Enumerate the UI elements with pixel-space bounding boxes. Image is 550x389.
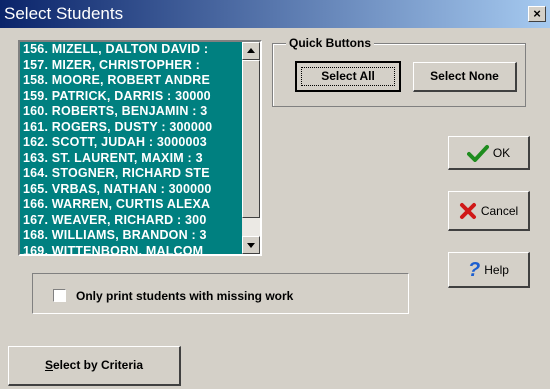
student-list-item[interactable]: 165. VRBAS, NATHAN : 300000 xyxy=(20,182,242,198)
student-list-item[interactable]: 161. ROGERS, DUSTY : 300000 xyxy=(20,120,242,136)
arrow-down-icon xyxy=(247,243,255,248)
checkmark-icon xyxy=(466,144,489,162)
scroll-up-button[interactable] xyxy=(242,42,260,60)
student-list-item[interactable]: 159. PATRICK, DARRIS : 30000 xyxy=(20,89,242,105)
student-list-item[interactable]: 164. STOGNER, RICHARD STE xyxy=(20,166,242,182)
student-list-item[interactable]: 162. SCOTT, JUDAH : 3000003 xyxy=(20,135,242,151)
quick-buttons-title: Quick Buttons xyxy=(286,36,375,50)
student-list-item[interactable]: 158. MOORE, ROBERT ANDRE xyxy=(20,73,242,89)
ok-label: OK xyxy=(492,145,511,160)
student-list: 156. MIZELL, DALTON DAVID :157. MIZER, C… xyxy=(20,42,242,255)
select-by-criteria-button[interactable]: Select by Criteria xyxy=(8,346,181,386)
student-list-item[interactable]: 167. WEAVER, RICHARD : 300 xyxy=(20,213,242,229)
arrow-up-icon xyxy=(247,48,255,53)
select-all-button[interactable]: Select All xyxy=(295,61,401,92)
red-x-icon xyxy=(459,202,476,219)
missing-work-checkbox[interactable] xyxy=(53,289,66,302)
criteria-label: elect by Criteria xyxy=(52,358,144,372)
missing-work-label[interactable]: Only print students with missing work xyxy=(76,289,293,303)
ok-button[interactable]: OK xyxy=(448,136,530,170)
student-list-item[interactable]: 160. ROBERTS, BENJAMIN : 3 xyxy=(20,104,242,120)
student-list-item[interactable]: 156. MIZELL, DALTON DAVID : xyxy=(20,42,242,58)
student-list-item[interactable]: 163. ST. LAURENT, MAXIM : 3 xyxy=(20,151,242,167)
select-none-label: Select None xyxy=(430,69,499,83)
student-list-item[interactable]: 157. MIZER, CHRISTOPHER : xyxy=(20,58,242,74)
cancel-label: Cancel xyxy=(480,203,519,218)
student-list-item[interactable]: 166. WARREN, CURTIS ALEXA xyxy=(20,197,242,213)
student-list-item[interactable]: 168. WILLIAMS, BRANDON : 3 xyxy=(20,228,242,244)
help-label: Help xyxy=(484,262,509,277)
title-bar: Select Students × xyxy=(0,0,550,28)
student-list-item[interactable]: 169. WITTENBORN, MALCOM xyxy=(20,244,242,255)
focus-rect xyxy=(301,67,395,86)
criteria-mnemonic: S xyxy=(44,358,53,372)
scroll-down-button[interactable] xyxy=(242,236,260,254)
scroll-thumb[interactable] xyxy=(242,60,260,218)
window-title: Select Students xyxy=(4,4,124,23)
close-button[interactable]: × xyxy=(528,6,546,22)
cancel-button[interactable]: Cancel xyxy=(448,191,530,231)
select-none-button[interactable]: Select None xyxy=(413,62,517,92)
question-mark-icon: ? xyxy=(468,258,481,281)
student-listbox[interactable]: 156. MIZELL, DALTON DAVID :157. MIZER, C… xyxy=(18,40,262,256)
list-scrollbar[interactable] xyxy=(242,42,260,254)
help-button[interactable]: ? Help xyxy=(448,252,530,288)
